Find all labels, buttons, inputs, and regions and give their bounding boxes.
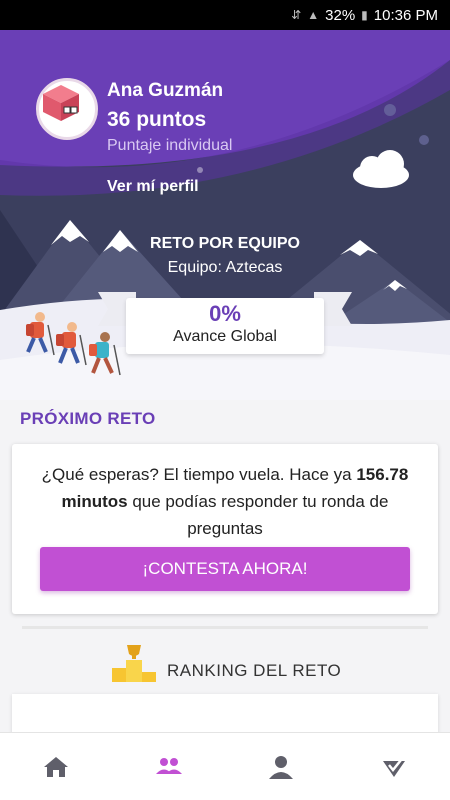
podium-trophy-icon bbox=[112, 645, 156, 682]
user-points: 36 puntos bbox=[107, 108, 207, 131]
quiz-icon bbox=[382, 758, 405, 777]
global-progress-card: 0% Avance Global bbox=[126, 298, 324, 354]
team-icon bbox=[155, 757, 182, 774]
nav-home[interactable] bbox=[26, 737, 86, 797]
clock: 10:36 PM bbox=[373, 6, 438, 24]
battery-level: 32% bbox=[325, 6, 356, 24]
vibrate-icon: ⇵ bbox=[291, 8, 302, 22]
team-challenge-header: Ana Guzmán 36 puntos Puntaje individual … bbox=[0, 30, 450, 400]
avatar[interactable] bbox=[36, 78, 98, 140]
divider bbox=[22, 626, 428, 629]
next-challenge-card: ¿Qué esperas? El tiempo vuela. Hace ya 1… bbox=[12, 444, 438, 614]
next-challenge-message: ¿Qué esperas? El tiempo vuela. Hace ya 1… bbox=[30, 461, 420, 542]
global-progress-label: Avance Global bbox=[173, 328, 277, 345]
ranking-title: RANKING DEL RETO bbox=[167, 661, 342, 680]
nav-profile[interactable] bbox=[251, 737, 311, 797]
answer-now-button[interactable]: ¡CONTESTA AHORA! bbox=[40, 547, 410, 591]
home-icon bbox=[44, 756, 69, 777]
user-score-caption: Puntaje individual bbox=[107, 137, 233, 154]
team-challenge-title: RETO POR EQUIPO bbox=[150, 235, 300, 252]
status-bar: ⇵ ▲ 32% ▮ 10:36 PM bbox=[0, 0, 450, 30]
bottom-navigation bbox=[0, 732, 450, 800]
team-name: Equipo: Aztecas bbox=[167, 259, 283, 276]
nav-quiz[interactable] bbox=[364, 737, 424, 797]
message-text-end: que podías responder tu ronda de pregunt… bbox=[127, 492, 389, 538]
message-text: ¿Qué esperas? El tiempo vuela. Hace ya bbox=[41, 465, 357, 484]
next-challenge-title: PRÓXIMO RETO bbox=[20, 409, 156, 428]
global-progress-value: 0% bbox=[209, 301, 241, 326]
profile-icon bbox=[269, 755, 294, 779]
nav-team[interactable] bbox=[139, 737, 199, 797]
battery-icon: ▮ bbox=[361, 8, 368, 22]
user-name: Ana Guzmán bbox=[107, 80, 224, 101]
view-profile-link[interactable]: Ver mí perfil bbox=[107, 178, 199, 196]
signal-icon: ▲ bbox=[307, 8, 320, 22]
team-logo-icon bbox=[43, 85, 79, 121]
